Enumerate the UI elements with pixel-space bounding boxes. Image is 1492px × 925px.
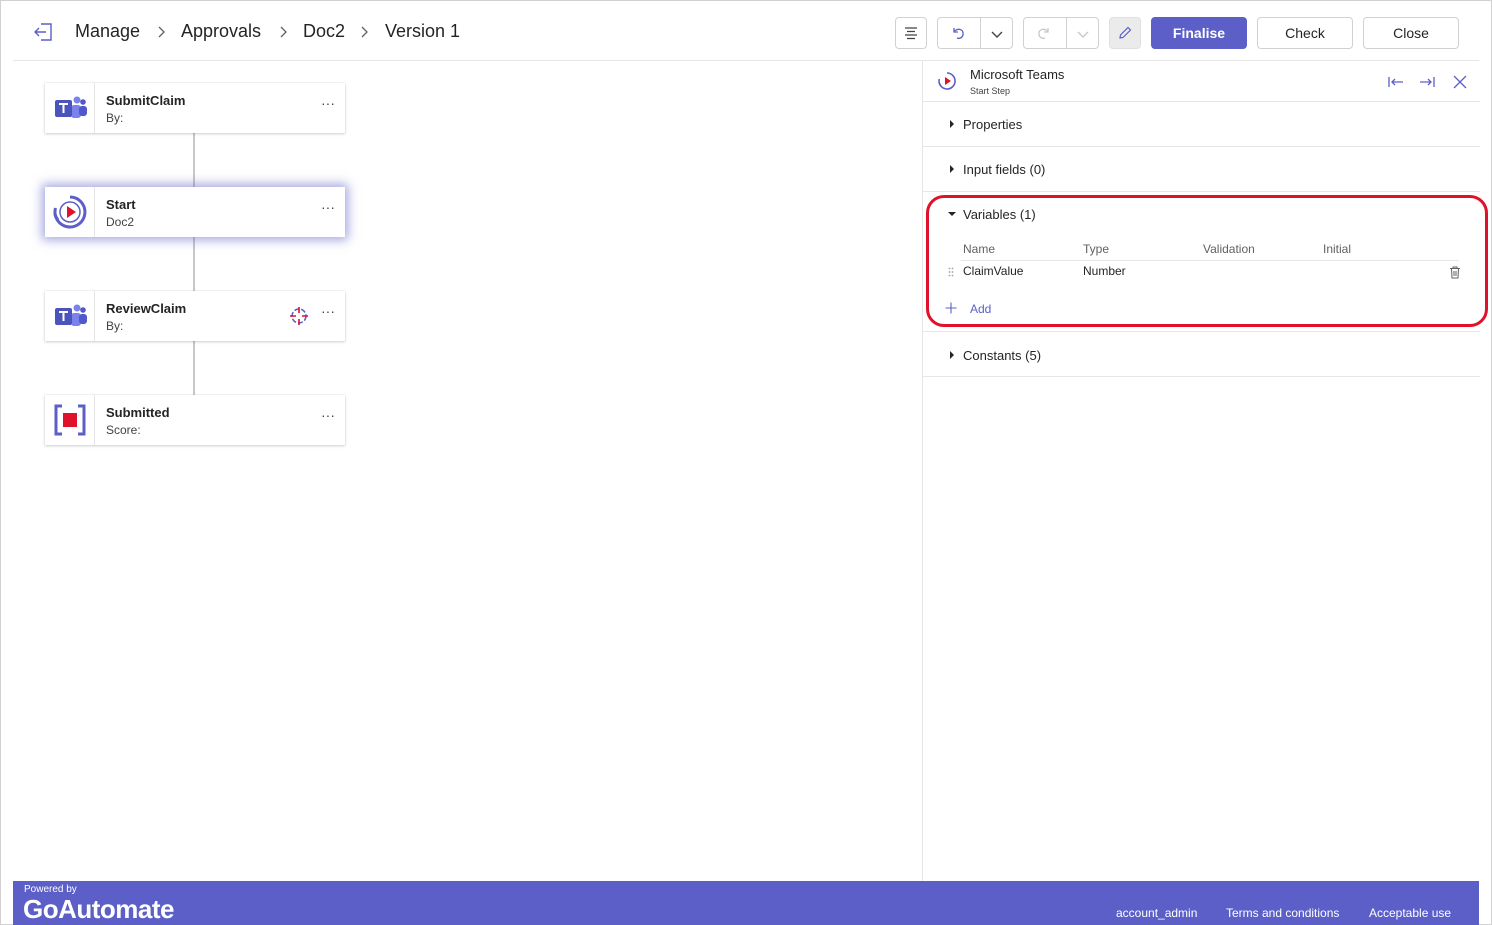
more-options-icon[interactable]: ··· (319, 407, 337, 427)
close-button[interactable]: Close (1363, 17, 1459, 49)
account-admin-link[interactable]: account_admin (1116, 906, 1197, 920)
workflow-node-submitted[interactable]: Submitted Score: ··· (45, 395, 345, 445)
breadcrumb-doc2[interactable]: Doc2 (303, 21, 345, 42)
breadcrumb-approvals[interactable]: Approvals (181, 21, 261, 42)
edit-button[interactable] (1109, 17, 1141, 49)
panel-subtitle: Start Step (970, 86, 1011, 96)
acceptable-use-link[interactable]: Acceptable use (1369, 906, 1451, 920)
connector-line (193, 133, 195, 187)
breadcrumb-version: Version 1 (385, 21, 461, 41)
check-button[interactable]: Check (1257, 17, 1353, 49)
node-subtitle: By: (106, 319, 124, 333)
chevron-right-icon (280, 26, 287, 38)
more-options-icon[interactable]: ··· (319, 303, 337, 323)
section-properties[interactable]: Properties (923, 101, 1480, 146)
chevron-down-icon[interactable] (1076, 27, 1090, 41)
workflow-node-submitclaim[interactable]: SubmitClaim By: ··· (45, 83, 345, 133)
panel-title: Microsoft Teams (970, 67, 1065, 82)
node-subtitle: Doc2 (106, 215, 135, 229)
expand-right-icon[interactable] (1418, 73, 1436, 91)
properties-panel: Microsoft Teams Start Step Properties In… (922, 61, 1480, 881)
redo-icon[interactable] (1036, 25, 1052, 41)
connector-line (193, 237, 195, 291)
start-play-icon (45, 187, 95, 237)
pencil-icon (1119, 26, 1132, 39)
node-title: ReviewClaim (106, 301, 187, 316)
workflow-node-start[interactable]: Start Doc2 ··· (45, 187, 345, 237)
start-play-icon (937, 71, 957, 91)
node-title: Start (106, 197, 136, 212)
caret-right-icon (950, 351, 954, 359)
terms-link[interactable]: Terms and conditions (1226, 906, 1339, 920)
workflow-canvas[interactable] (13, 61, 922, 881)
section-title[interactable]: Input fields (0) (963, 162, 1045, 177)
end-stop-icon (45, 395, 95, 445)
redo-split-button[interactable] (1023, 17, 1099, 49)
teams-icon (45, 83, 95, 133)
target-icon[interactable] (289, 306, 309, 326)
finalise-button[interactable]: Finalise (1151, 17, 1247, 49)
chevron-right-icon (361, 26, 368, 38)
workflow-node-reviewclaim[interactable]: ReviewClaim By: ··· (45, 291, 345, 341)
more-options-icon[interactable]: ··· (319, 199, 337, 219)
collapse-left-icon[interactable] (1387, 73, 1405, 91)
top-bar: Manage Approvals Doc2 Version 1 Finalise… (13, 0, 1479, 61)
align-center-icon (905, 27, 917, 40)
more-options-icon[interactable]: ··· (319, 95, 337, 115)
undo-icon[interactable] (950, 25, 966, 41)
section-title[interactable]: Properties (963, 117, 1022, 132)
connector-line (193, 341, 195, 395)
chevron-right-icon (158, 26, 165, 38)
align-button[interactable] (895, 17, 927, 49)
undo-split-button[interactable] (937, 17, 1013, 49)
node-subtitle: Score: (106, 423, 141, 437)
section-input-fields[interactable]: Input fields (0) (923, 146, 1480, 191)
node-title: Submitted (106, 405, 170, 420)
chevron-down-icon[interactable] (990, 27, 1004, 41)
section-title[interactable]: Constants (5) (963, 348, 1041, 363)
exit-icon[interactable] (33, 21, 55, 43)
close-icon[interactable] (1451, 73, 1469, 91)
goautomate-logo: GoAutomate (23, 894, 175, 924)
section-constants[interactable]: Constants (5) (923, 331, 1480, 377)
caret-right-icon (950, 165, 954, 173)
node-title: SubmitClaim (106, 93, 186, 108)
node-subtitle: By: (106, 111, 124, 125)
breadcrumb-manage[interactable]: Manage (75, 21, 140, 42)
variables-highlight-outline (926, 195, 1488, 327)
teams-icon (45, 291, 95, 341)
caret-right-icon (950, 120, 954, 128)
footer-bar: Powered by GoAutomate account_admin Term… (13, 881, 1479, 925)
